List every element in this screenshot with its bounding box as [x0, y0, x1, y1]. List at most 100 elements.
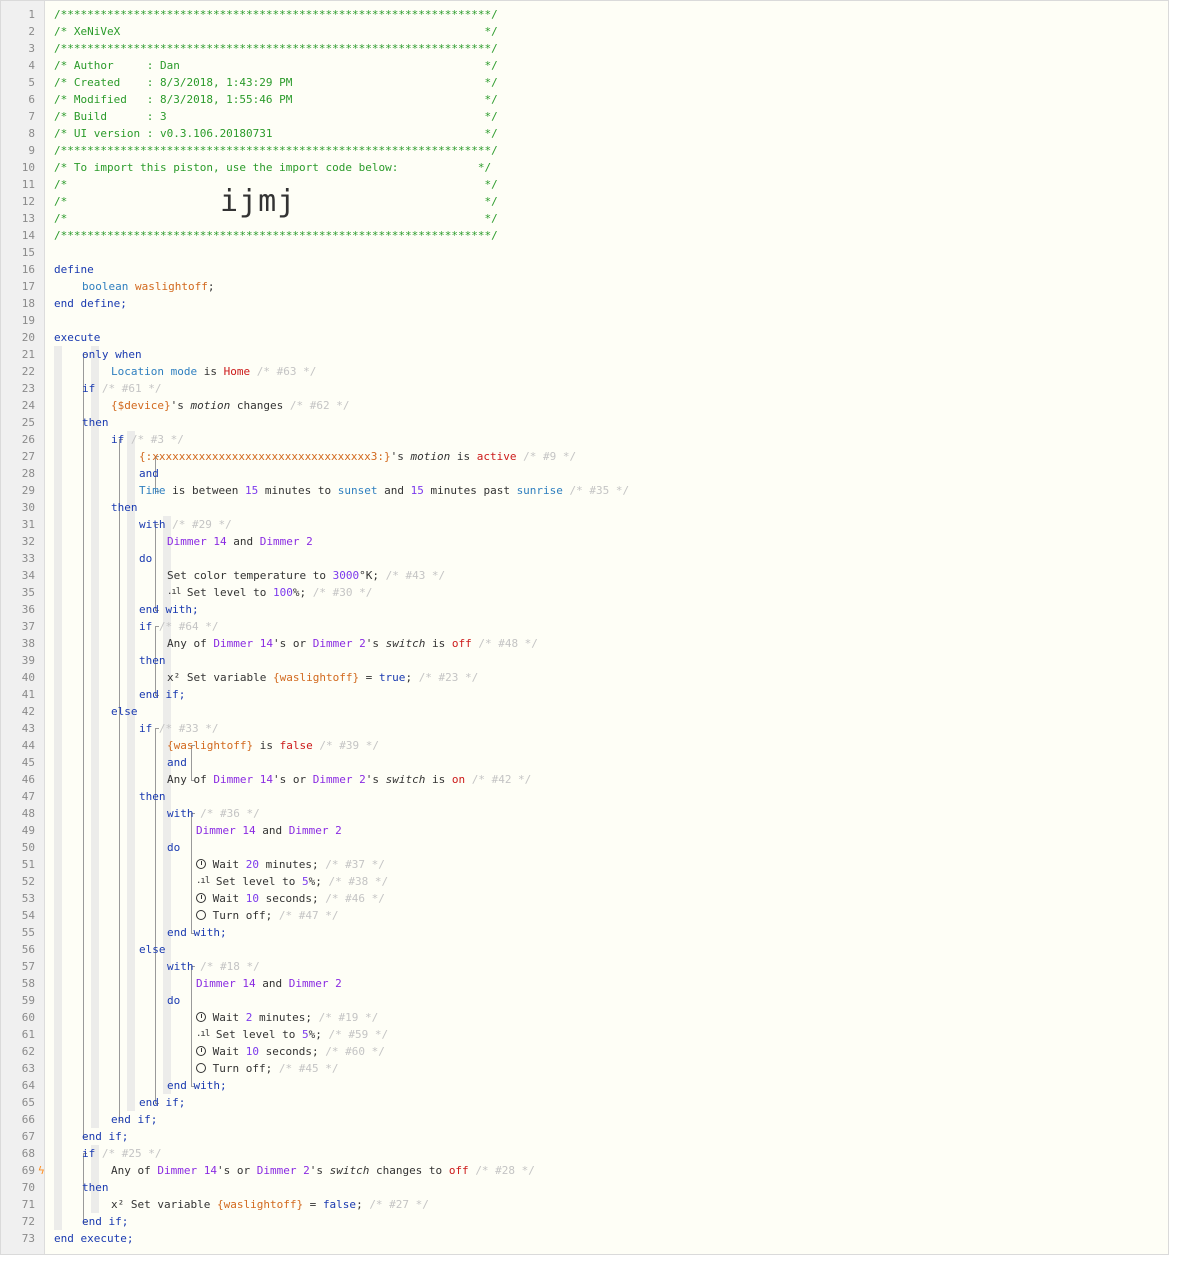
code-line[interactable]: .ıl Set level to 100%; /* #30 */	[167, 584, 372, 601]
line-number: 9	[28, 144, 35, 157]
line-number: 10	[21, 161, 35, 174]
code-line[interactable]: if /* #61 */	[82, 380, 161, 397]
signal-bars-icon: .ıl	[196, 875, 210, 886]
code-line[interactable]: Any of Dimmer 14's or Dimmer 2's switch …	[167, 635, 538, 652]
line-number: 45	[21, 756, 35, 769]
code-line[interactable]: {:xxxxxxxxxxxxxxxxxxxxxxxxxxxxxxxxx3:}'s…	[139, 448, 576, 465]
code-line[interactable]: /***************************************…	[54, 227, 498, 244]
code-line[interactable]: Location mode is Home /* #63 */	[111, 363, 316, 380]
line-number: 55	[21, 926, 35, 939]
code-line[interactable]: Wait 10 seconds; /* #46 */	[196, 890, 385, 907]
code-line[interactable]: Turn off; /* #47 */	[196, 907, 338, 924]
code-line[interactable]: do	[167, 992, 180, 1009]
import-code[interactable]: ijmj	[220, 184, 296, 220]
code-line[interactable]: then	[82, 414, 109, 431]
code-line[interactable]: end if;	[111, 1111, 157, 1128]
code-line[interactable]: with /* #36 */	[167, 805, 260, 822]
code-line[interactable]: if /* #33 */	[139, 720, 218, 737]
code-line[interactable]: Wait 20 minutes; /* #37 */	[196, 856, 385, 873]
code-line[interactable]: {$device}'s motion changes /* #62 */	[111, 397, 349, 414]
code-line[interactable]: then	[139, 788, 166, 805]
code-line[interactable]: end with;	[167, 1077, 227, 1094]
line-number: 64	[21, 1079, 35, 1092]
code-line[interactable]: end execute;	[54, 1230, 133, 1247]
line-number: 18	[21, 297, 35, 310]
line-number: 65	[21, 1096, 35, 1109]
code-line[interactable]: with /* #29 */	[139, 516, 232, 533]
code-line[interactable]: /* Build : 3 */	[54, 108, 498, 125]
code-line[interactable]: with /* #18 */	[167, 958, 260, 975]
line-number: 70	[21, 1181, 35, 1194]
code-line[interactable]: then	[111, 499, 138, 516]
line-number: 21	[21, 348, 35, 361]
code-line[interactable]: boolean waslightoff;	[82, 278, 214, 295]
line-number: 7	[28, 110, 35, 123]
code-line[interactable]: x² Set variable {waslightoff} = false; /…	[111, 1196, 429, 1213]
code-line[interactable]: Dimmer 14 and Dimmer 2	[196, 822, 342, 839]
code-line[interactable]: only when	[82, 346, 142, 363]
indent-guide	[54, 346, 62, 1230]
line-number: 38	[21, 637, 35, 650]
code-line[interactable]: Dimmer 14 and Dimmer 2	[167, 533, 313, 550]
code-line[interactable]: Any of Dimmer 14's or Dimmer 2's switch …	[167, 771, 531, 788]
code-line[interactable]: and	[139, 465, 159, 482]
code-line[interactable]: then	[139, 652, 166, 669]
code-line[interactable]: then	[82, 1179, 109, 1196]
code-line[interactable]: do	[139, 550, 152, 567]
code-line[interactable]: end if;	[82, 1213, 128, 1230]
code-line[interactable]: end if;	[139, 1094, 185, 1111]
code-line[interactable]: if /* #25 */	[82, 1145, 161, 1162]
code-line[interactable]: .ıl Set level to 5%; /* #59 */	[196, 1026, 388, 1043]
line-number: 37	[21, 620, 35, 633]
code-line[interactable]: end with;	[139, 601, 199, 618]
line-number: 42	[21, 705, 35, 718]
code-line[interactable]: Time is between 15 minutes to sunset and…	[139, 482, 629, 499]
code-line[interactable]: end with;	[167, 924, 227, 941]
clock-icon	[196, 893, 206, 903]
line-number: 72	[21, 1215, 35, 1228]
code-line[interactable]: /* Author : Dan */	[54, 57, 498, 74]
code-line[interactable]: /* To import this piston, use the import…	[54, 159, 491, 176]
line-number: 40	[21, 671, 35, 684]
code-line[interactable]: else	[139, 941, 166, 958]
code-line[interactable]: /* Created : 8/3/2018, 1:43:29 PM */	[54, 74, 498, 91]
code-line[interactable]: /* Modified : 8/3/2018, 1:55:46 PM */	[54, 91, 498, 108]
code-line[interactable]: else	[111, 703, 138, 720]
code-line[interactable]: /***************************************…	[54, 142, 498, 159]
code-line[interactable]: Dimmer 14 and Dimmer 2	[196, 975, 342, 992]
line-number: 20	[21, 331, 35, 344]
line-number: 24	[21, 399, 35, 412]
line-number: 73	[21, 1232, 35, 1245]
line-number: 8	[28, 127, 35, 140]
line-number: 61	[21, 1028, 35, 1041]
code-line[interactable]: Any of Dimmer 14's or Dimmer 2's switch …	[111, 1162, 535, 1179]
code-line[interactable]: do	[167, 839, 180, 856]
code-line[interactable]: .ıl Set level to 5%; /* #38 */	[196, 873, 388, 890]
block-bracket	[119, 439, 120, 1120]
line-number: 44	[21, 739, 35, 752]
code-line[interactable]: end if;	[82, 1128, 128, 1145]
code-line[interactable]: x² Set variable {waslightoff} = true; /*…	[167, 669, 478, 686]
line-number: 6	[28, 93, 35, 106]
code-line[interactable]: {waslightoff} is false /* #39 */	[167, 737, 379, 754]
code-line[interactable]: /* XeNiVeX */	[54, 23, 498, 40]
line-number: 49	[21, 824, 35, 837]
code-line[interactable]: Wait 2 minutes; /* #19 */	[196, 1009, 378, 1026]
code-line[interactable]: if /* #3 */	[111, 431, 184, 448]
line-number: 46	[21, 773, 35, 786]
code-line[interactable]: /***************************************…	[54, 6, 498, 23]
code-line[interactable]: end if;	[139, 686, 185, 703]
code-line[interactable]: Turn off; /* #45 */	[196, 1060, 338, 1077]
line-number: 68	[21, 1147, 35, 1160]
line-number: 60	[21, 1011, 35, 1024]
code-line[interactable]: Set color temperature to 3000°K; /* #43 …	[167, 567, 445, 584]
code-line[interactable]: /***************************************…	[54, 40, 498, 57]
code-line[interactable]: define	[54, 261, 94, 278]
code-line[interactable]: /* UI version : v0.3.106.20180731 */	[54, 125, 498, 142]
code-line[interactable]: Wait 10 seconds; /* #60 */	[196, 1043, 385, 1060]
line-number: 32	[21, 535, 35, 548]
code-line[interactable]: and	[167, 754, 187, 771]
code-line[interactable]: execute	[54, 329, 100, 346]
code-line[interactable]: if /* #64 */	[139, 618, 218, 635]
code-line[interactable]: end define;	[54, 295, 127, 312]
